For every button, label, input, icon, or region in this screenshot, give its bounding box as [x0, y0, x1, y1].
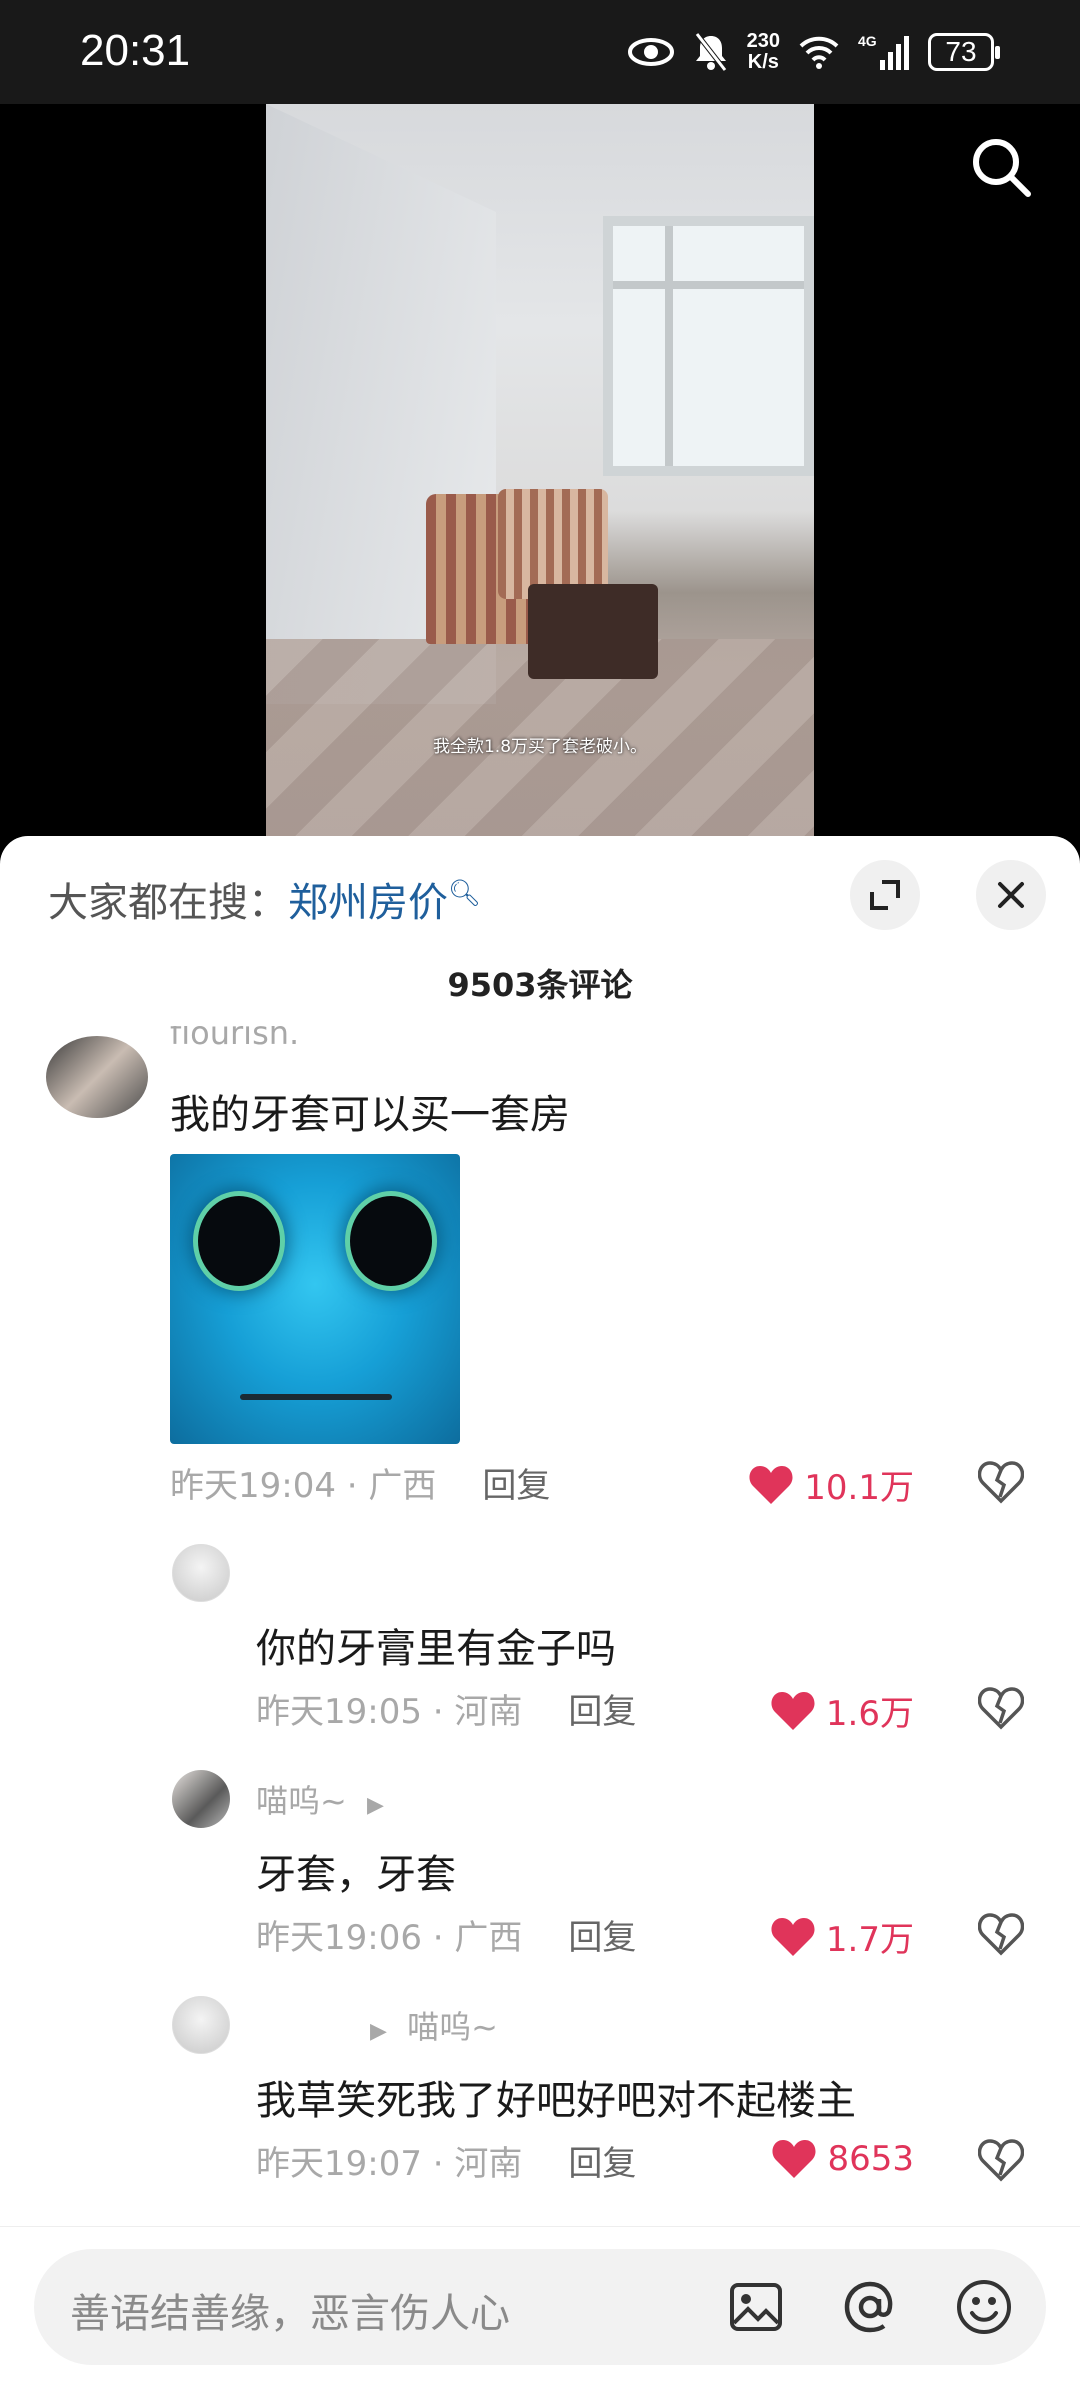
dislike-heart-icon[interactable] [978, 1460, 1024, 1504]
play-triangle-icon: ▶ [370, 2019, 387, 2044]
reply-button[interactable]: 回复 [568, 1692, 636, 1732]
comment-meta: 昨天19:05 · 河南 回复 [256, 1692, 637, 1732]
video-player[interactable]: 我全款1.8万买了套老破小。 [0, 104, 1080, 844]
heart-filled-icon [771, 1917, 815, 1956]
comment-sticker-image[interactable] [170, 1154, 460, 1444]
like-count: 10.1万 [804, 1468, 914, 1508]
avatar[interactable] [172, 1544, 230, 1602]
comment-input[interactable]: 善语结善缘，恶言伤人心 [34, 2249, 1046, 2365]
dislike-heart-icon[interactable] [978, 2138, 1024, 2182]
like-button[interactable]: 1.7万 [770, 1912, 914, 1961]
like-button[interactable]: 10.1万 [748, 1460, 914, 1509]
speed-unit: K/s [747, 51, 779, 73]
avatar[interactable] [46, 1036, 148, 1118]
comment-username[interactable]: 喵呜~ ▶ [256, 1776, 384, 1822]
speed-value: 230 [746, 30, 780, 52]
comment-count: 9503条评论 [447, 966, 633, 1004]
hot-search-prefix: 大家都在搜： [48, 880, 288, 926]
comment-text: 牙套，牙套 [256, 1852, 456, 1898]
mention-icon[interactable] [840, 2277, 900, 2337]
battery-indicator: 73 [928, 33, 1000, 71]
username-text: 喵呜~ [256, 1782, 347, 1820]
magnifier-icon: 🔍︎ [448, 878, 482, 909]
heart-filled-icon [772, 2140, 816, 2178]
wifi-icon [799, 36, 839, 69]
play-triangle-icon: ▶ [367, 1793, 384, 1818]
search-icon[interactable] [968, 134, 1034, 200]
heart-filled-icon [771, 1691, 815, 1730]
sticker-eye-right [350, 1196, 432, 1286]
comment-time: 昨天19:07 [256, 2144, 422, 2184]
hot-search[interactable]: 大家都在搜：郑州房价🔍︎ [48, 870, 481, 928]
expand-button[interactable] [850, 860, 920, 930]
svg-text:4G: 4G [858, 33, 877, 49]
comment-username[interactable]: flourish. [170, 1026, 299, 1050]
cellular-signal-icon: 4G [858, 33, 909, 70]
comment-time: 昨天19:06 [256, 1918, 422, 1958]
status-time: 20:31 [80, 26, 191, 75]
reply-button[interactable]: 回复 [568, 2144, 636, 2184]
dislike-heart-icon[interactable] [978, 1686, 1024, 1730]
status-bar: 20:31 230 K/s 4G 73 [0, 0, 1080, 104]
expand-icon [870, 880, 900, 910]
like-count: 8653 [827, 2139, 914, 2179]
close-icon [998, 882, 1024, 908]
video-subtitle: 我全款1.8万买了套老破小。 [432, 737, 648, 757]
video-frame[interactable]: 我全款1.8万买了套老破小。 [266, 104, 814, 844]
comment-meta: 昨天19:07 · 河南 回复 [256, 2144, 637, 2184]
comment-location: 广西 [368, 1466, 437, 1506]
like-button[interactable]: 8653 [771, 2138, 914, 2180]
emoji-icon[interactable] [954, 2277, 1014, 2337]
comment-location: 河南 [454, 2144, 523, 2184]
eye-icon [627, 38, 674, 66]
video-scene-trunk [528, 584, 658, 679]
comment-text: 我草笑死我了好吧好吧对不起楼主 [256, 2078, 856, 2124]
reply-to-username[interactable]: ▶ 喵呜~ [370, 2002, 498, 2048]
like-button[interactable]: 1.6万 [770, 1686, 914, 1735]
avatar[interactable] [172, 1996, 230, 2054]
comment-text: 我的牙套可以买一套房 [170, 1092, 570, 1138]
avatar[interactable] [172, 1770, 230, 1828]
comment-time: 昨天19:04 [170, 1466, 336, 1506]
dislike-heart-icon[interactable] [978, 1912, 1024, 1956]
comment-location: 广西 [454, 1918, 523, 1958]
status-icons: 230 K/s 4G 73 [627, 24, 1000, 80]
close-button[interactable] [976, 860, 1046, 930]
reply-button[interactable]: 回复 [482, 1466, 550, 1506]
sticker-eye-left [198, 1196, 280, 1286]
mute-bell-icon [694, 32, 727, 72]
reply-button[interactable]: 回复 [568, 1918, 636, 1958]
comment-input-placeholder: 善语结善缘，恶言伤人心 [70, 2291, 510, 2337]
username-text: 喵呜~ [407, 2008, 498, 2046]
sticker-mouth [240, 1394, 392, 1400]
like-count: 1.7万 [825, 1920, 914, 1960]
comment-input-bar: 善语结善缘，恶言伤人心 [0, 2226, 1080, 2390]
comment-text: 你的牙膏里有金子吗 [256, 1626, 616, 1672]
hot-search-term[interactable]: 郑州房价 [288, 880, 448, 926]
comment-location: 河南 [454, 1692, 523, 1732]
comment-time: 昨天19:05 [256, 1692, 422, 1732]
image-icon[interactable] [726, 2277, 786, 2337]
comment-meta: 昨天19:04 · 广西 回复 [170, 1466, 551, 1506]
like-count: 1.6万 [825, 1694, 914, 1734]
video-scene-window [603, 216, 814, 476]
heart-filled-icon [749, 1465, 793, 1504]
comment-sheet: 大家都在搜：郑州房价🔍︎ 9503条评论 flourish. 我的牙套可以买一套… [0, 836, 1080, 2390]
comment-meta: 昨天19:06 · 广西 回复 [256, 1918, 637, 1958]
network-speed: 230 K/s [747, 31, 780, 73]
video-scene-sofa-back [498, 489, 608, 599]
